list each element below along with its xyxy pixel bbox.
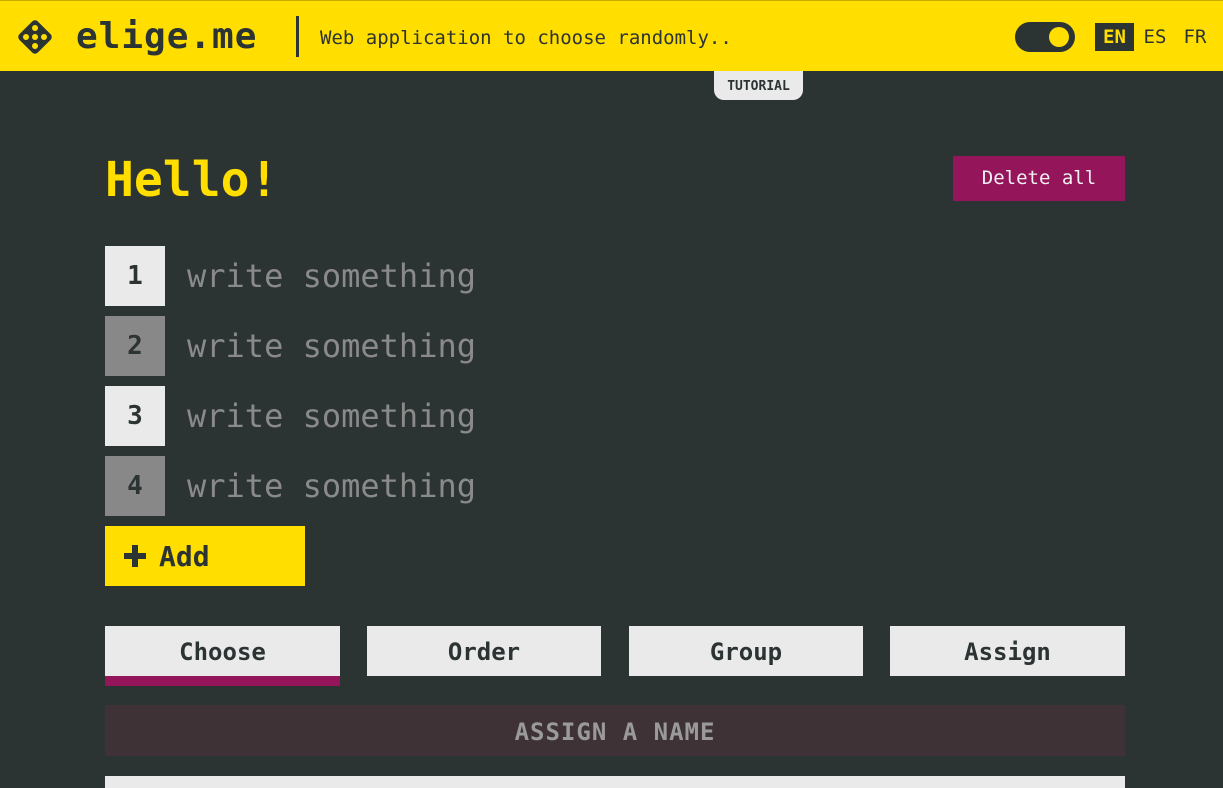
lang-fr-button[interactable]: FR: [1180, 23, 1210, 51]
dice-logo-icon[interactable]: [15, 17, 55, 57]
item-input[interactable]: [185, 322, 687, 370]
item-input[interactable]: [185, 392, 687, 440]
item-number: 2: [105, 316, 165, 376]
tab-assign[interactable]: Assign: [890, 626, 1125, 676]
tab-order[interactable]: Order: [367, 626, 601, 676]
lang-en-button[interactable]: EN: [1095, 23, 1134, 51]
page-title: Hello!: [105, 152, 279, 208]
plus-icon: [124, 545, 146, 567]
lang-es-button[interactable]: ES: [1140, 23, 1170, 51]
item-number: 3: [105, 386, 165, 446]
delete-all-button[interactable]: Delete all: [953, 156, 1125, 201]
item-input[interactable]: [185, 462, 687, 510]
list-item: 1: [105, 246, 705, 306]
item-input[interactable]: [185, 252, 687, 300]
item-number: 1: [105, 246, 165, 306]
add-label: Add: [159, 539, 210, 573]
tab-choose[interactable]: Choose: [105, 626, 340, 686]
theme-toggle[interactable]: [1015, 22, 1075, 52]
item-number: 4: [105, 456, 165, 516]
toggle-knob: [1049, 27, 1069, 47]
brand-name[interactable]: elige.me: [76, 15, 257, 59]
add-item-button[interactable]: Add: [105, 526, 305, 586]
header-divider: [296, 16, 299, 57]
top-bar: elige.me Web application to choose rando…: [0, 0, 1223, 71]
list-item: 3: [105, 386, 705, 446]
list-item: 4: [105, 456, 705, 516]
assign-name-bar[interactable]: ASSIGN A NAME: [105, 705, 1125, 756]
results-panel: [105, 776, 1125, 788]
tagline: Web application to choose randomly..: [320, 27, 732, 49]
tab-group[interactable]: Group: [629, 626, 863, 676]
list-item: 2: [105, 316, 705, 376]
tutorial-button[interactable]: TUTORIAL: [714, 71, 803, 100]
